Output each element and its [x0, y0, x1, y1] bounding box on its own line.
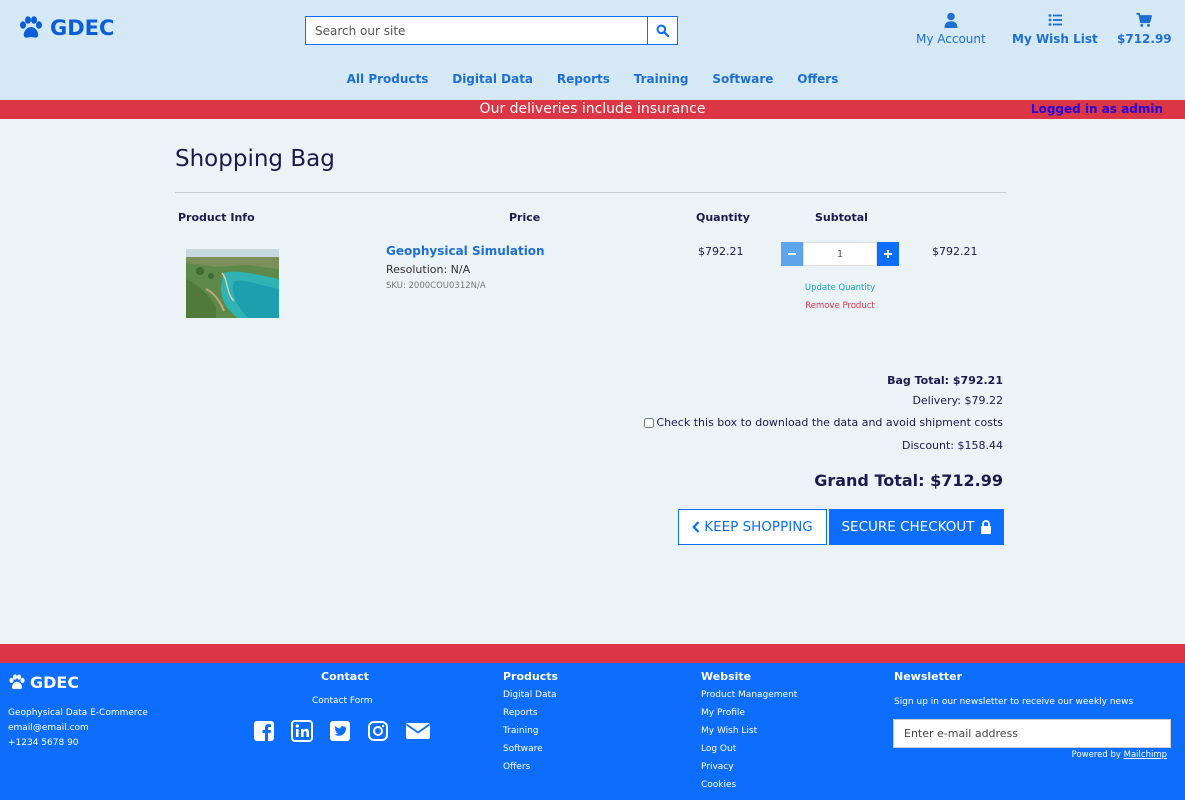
powered-by-prefix: Powered by: [1071, 750, 1124, 760]
download-option: Check this box to download the data and …: [644, 416, 1003, 429]
powered-by: Powered by Mailchimp: [1072, 750, 1167, 760]
my-wishlist-label: My Wish List: [1012, 32, 1098, 46]
my-account-label: My Account: [916, 32, 986, 46]
banner-message: Our deliveries include insurance: [479, 101, 706, 117]
site-footer: GDEC Geophysical Data E-Commerce email@e…: [0, 663, 1185, 800]
footer-link-software[interactable]: Software: [503, 744, 543, 754]
footer-logo[interactable]: GDEC: [8, 673, 79, 692]
footer-link-reports[interactable]: Reports: [503, 708, 538, 718]
list-icon: [1048, 14, 1062, 26]
footer-contact-heading: Contact: [321, 670, 369, 683]
newsletter-text: Sign up in our newsletter to receive our…: [894, 697, 1134, 707]
col-header-price: Price: [509, 211, 541, 224]
social-links: [253, 720, 431, 742]
product-resolution: Resolution: N/A: [386, 263, 471, 276]
nav-digital-data[interactable]: Digital Data: [452, 72, 533, 86]
footer-link-product-management[interactable]: Product Management: [701, 690, 797, 700]
user-icon: [944, 12, 958, 28]
update-quantity-link[interactable]: Update Quantity: [781, 283, 899, 293]
delivery-cost: Delivery: $79.22: [912, 394, 1003, 407]
login-status: Logged in as admin: [1030, 102, 1163, 116]
discount: Discount: $158.44: [902, 439, 1003, 452]
nav-offers[interactable]: Offers: [797, 72, 838, 86]
page-title: Shopping Bag: [175, 146, 335, 172]
paw-icon: [20, 16, 42, 38]
linkedin-icon[interactable]: [291, 720, 313, 742]
twitter-icon[interactable]: [329, 720, 351, 742]
download-checkbox-label: Check this box to download the data and …: [656, 416, 1003, 429]
col-header-quantity: Quantity: [696, 211, 750, 224]
my-wishlist-link[interactable]: My Wish List: [1012, 12, 1098, 46]
bag-total: Bag Total: $792.21: [887, 374, 1003, 387]
search-icon: [656, 24, 670, 37]
mailchimp-link[interactable]: Mailchimp: [1124, 750, 1167, 760]
nav-software[interactable]: Software: [712, 72, 773, 86]
footer-products-heading: Products: [503, 670, 559, 683]
quantity-stepper: [781, 242, 899, 266]
col-header-subtotal: Subtotal: [815, 211, 868, 224]
secure-checkout-button[interactable]: SECURE CHECKOUT: [829, 509, 1004, 545]
cart-total: $712.99: [1117, 32, 1172, 46]
promo-banner: Our deliveries include insurance Logged …: [0, 100, 1185, 119]
footer-email: email@email.com: [8, 723, 89, 733]
nav-training[interactable]: Training: [634, 72, 689, 86]
coastline-image: [186, 249, 279, 318]
nav-all-products[interactable]: All Products: [347, 72, 429, 86]
shopping-cart-icon: [1136, 12, 1153, 27]
footer-link-cookies[interactable]: Cookies: [701, 780, 736, 790]
contact-form-link[interactable]: Contact Form: [312, 696, 373, 706]
decrement-button[interactable]: [781, 242, 803, 266]
main-nav: All Products Digital Data Reports Traini…: [0, 72, 1185, 86]
increment-button[interactable]: [877, 242, 899, 266]
product-price: $792.21: [698, 245, 744, 258]
footer-phone: +1234 5678 90: [8, 738, 79, 748]
footer-link-my-wishlist[interactable]: My Wish List: [701, 726, 757, 736]
footer-link-offers[interactable]: Offers: [503, 762, 530, 772]
footer-website-heading: Website: [701, 670, 752, 683]
search-button[interactable]: [647, 16, 678, 45]
keep-shopping-button[interactable]: KEEP SHOPPING: [678, 509, 827, 545]
site-header: GDEC My Account My Wish List: [0, 0, 1185, 100]
footer-link-my-profile[interactable]: My Profile: [701, 708, 745, 718]
product-subtotal: $792.21: [932, 245, 978, 258]
lock-icon: [980, 520, 991, 534]
product-name-link[interactable]: Geophysical Simulation: [386, 244, 545, 258]
footer-link-privacy[interactable]: Privacy: [701, 762, 734, 772]
footer-brand: GDEC: [30, 673, 80, 692]
quantity-input[interactable]: [803, 242, 877, 266]
remove-product-link[interactable]: Remove Product: [781, 301, 899, 311]
title-divider: [175, 192, 1006, 193]
product-thumbnail[interactable]: [186, 249, 279, 318]
product-sku: SKU: 2000COU0312N/A: [386, 281, 486, 291]
chevron-left-icon: [692, 521, 700, 533]
facebook-icon[interactable]: [253, 720, 275, 742]
keep-shopping-label: KEEP SHOPPING: [704, 519, 813, 535]
search-input[interactable]: [305, 16, 648, 45]
footer-link-training[interactable]: Training: [503, 726, 539, 736]
footer-newsletter-heading: Newsletter: [894, 670, 963, 683]
paw-icon: [9, 674, 25, 690]
brand-logo[interactable]: GDEC: [18, 16, 114, 40]
instagram-icon[interactable]: [367, 720, 389, 742]
minus-icon: [788, 253, 796, 255]
footer-company: Geophysical Data E-Commerce: [8, 708, 148, 718]
brand-name: GDEC: [50, 16, 115, 40]
secure-checkout-label: SECURE CHECKOUT: [841, 519, 975, 535]
envelope-icon[interactable]: [405, 720, 431, 742]
my-account-link[interactable]: My Account: [916, 12, 986, 46]
cart-link[interactable]: $712.99: [1117, 12, 1172, 46]
download-checkbox[interactable]: [644, 417, 655, 428]
search-bar: [305, 16, 678, 45]
footer-link-logout[interactable]: Log Out: [701, 744, 736, 754]
grand-total: Grand Total: $712.99: [814, 471, 1003, 490]
footer-divider-band: [0, 644, 1185, 663]
newsletter-email-input[interactable]: [893, 719, 1171, 748]
plus-icon: [884, 250, 892, 258]
col-header-product-info: Product Info: [178, 211, 255, 224]
footer-link-digital-data[interactable]: Digital Data: [503, 690, 557, 700]
nav-reports[interactable]: Reports: [557, 72, 610, 86]
